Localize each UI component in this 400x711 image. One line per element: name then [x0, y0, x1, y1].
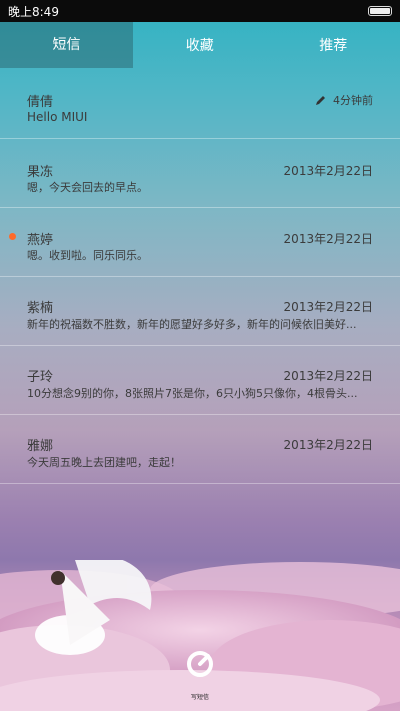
contact-name: 子玲: [27, 370, 54, 385]
tab-favorites[interactable]: 收藏: [133, 22, 267, 68]
message-preview: Hello MIUI: [27, 110, 88, 124]
draft-pencil-icon: [316, 96, 325, 105]
list-item[interactable]: 燕婷 2013年2月22日 嗯。收到啦。同乐同乐。: [0, 208, 400, 276]
list-item[interactable]: 紫楠 2013年2月22日 新年的祝福数不胜数，新年的愿望好多好多，新年的问候依…: [0, 277, 400, 345]
message-preview: 新年的祝福数不胜数，新年的愿望好多好多，新年的问候依旧美好...: [27, 318, 357, 331]
list-item[interactable]: 子玲 2013年2月22日 10分想念9别的你，8张照片7张是你，6只小狗5只像…: [0, 346, 400, 414]
battery-icon: [368, 6, 392, 16]
contact-name: 紫楠: [27, 301, 54, 316]
tab-recommend-label: 推荐: [319, 38, 348, 54]
status-bar: 晚上8:49: [0, 0, 400, 22]
message-time-text: 4分钟前: [333, 94, 373, 107]
message-time: 2013年2月22日: [283, 232, 373, 246]
message-time: 4分钟前: [315, 92, 373, 108]
contact-name: 燕婷: [27, 233, 54, 248]
list-item[interactable]: 雅娜 2013年2月22日 今天周五晚上去团建吧，走起！: [0, 415, 400, 483]
message-time: 2013年2月22日: [283, 300, 373, 314]
contact-name: 倩倩: [27, 95, 54, 110]
tab-sms-label: 短信: [52, 37, 81, 53]
compose-label: 写短信: [190, 694, 209, 701]
tab-bar: 短信 收藏 推荐: [0, 22, 400, 68]
tab-favorites-label: 收藏: [185, 38, 214, 54]
message-preview: 今天周五晚上去团建吧，走起！: [27, 456, 181, 469]
compose-button[interactable]: [186, 650, 214, 678]
message-preview: 嗯，今天会回去的早点。: [27, 181, 148, 194]
message-preview: 10分想念9别的你，8张照片7张是你，6只小狗5只像你，4根骨头...: [27, 387, 358, 400]
status-time: 晚上8:49: [8, 4, 59, 19]
message-time: 2013年2月22日: [283, 369, 373, 383]
contact-name: 果冻: [27, 165, 54, 180]
message-time: 2013年2月22日: [283, 438, 373, 452]
list-item[interactable]: 果冻 2013年2月22日 嗯，今天会回去的早点。: [0, 139, 400, 207]
list-item[interactable]: 倩倩 4分钟前 Hello MIUI: [0, 86, 400, 138]
tab-recommend[interactable]: 推荐: [267, 22, 400, 68]
cloud-wallpaper: [0, 560, 400, 711]
contact-name: 雅娜: [27, 439, 54, 454]
unread-dot: [9, 233, 16, 240]
divider: [0, 483, 400, 484]
message-time: 2013年2月22日: [283, 164, 373, 178]
tab-sms[interactable]: 短信: [0, 22, 133, 68]
message-preview: 嗯。收到啦。同乐同乐。: [27, 249, 148, 262]
